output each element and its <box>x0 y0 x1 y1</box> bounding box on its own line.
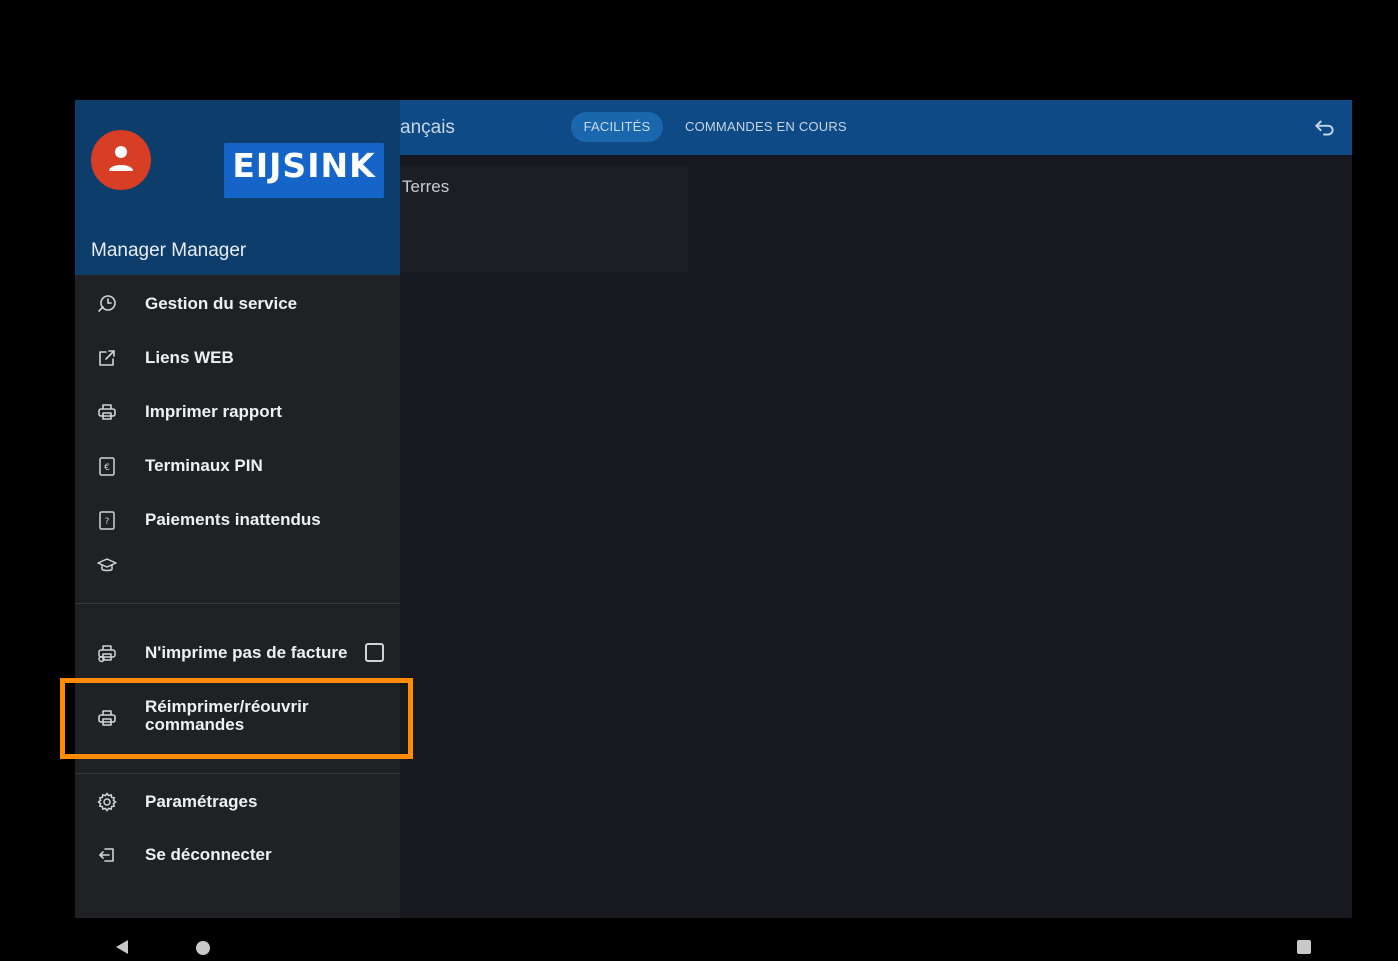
navigation-drawer: EIJSINK Manager Manager Gestion du servi… <box>75 100 400 918</box>
menu-item-label: Se déconnecter <box>145 845 272 864</box>
logout-icon <box>99 848 114 862</box>
android-nav-bar <box>75 918 1352 961</box>
svg-text:?: ? <box>105 517 110 527</box>
menu-item-label: Imprimer rapport <box>145 402 282 421</box>
highlight-box <box>60 678 413 759</box>
gear-icon <box>97 792 117 812</box>
menu-item-parametrages[interactable]: Paramétrages <box>75 775 400 829</box>
graduation-cap-icon <box>97 558 117 572</box>
menu-item-label: Paramétrages <box>145 792 258 811</box>
menu-item-no-invoice[interactable]: N'imprime pas de facture <box>75 626 400 680</box>
printer-icon <box>98 404 116 420</box>
euro-terminal-icon: € <box>99 457 115 476</box>
nav-recents-icon[interactable] <box>1297 940 1311 954</box>
app-screen: ançais FACILITÉS COMMANDES EN COURS Terr… <box>75 100 1352 918</box>
brand-logo: EIJSINK <box>224 143 384 198</box>
printer-off-icon <box>98 645 116 663</box>
avatar[interactable] <box>91 130 151 190</box>
external-link-icon <box>99 350 115 366</box>
divider <box>75 773 400 774</box>
menu-item-imprimer-rapport[interactable]: Imprimer rapport <box>75 385 400 439</box>
menu-item-se-deconnecter[interactable]: Se déconnecter <box>75 828 400 882</box>
menu-item-training[interactable] <box>75 538 400 592</box>
tab-facilites[interactable]: FACILITÉS <box>571 112 663 142</box>
menu-item-terminaux-pin[interactable]: € Terminaux PIN <box>75 439 400 493</box>
user-name: Manager Manager <box>91 240 247 261</box>
menu-item-label: Paiements inattendus <box>145 510 321 529</box>
user-icon <box>109 146 133 171</box>
clock-history-icon <box>98 295 116 312</box>
facility-card-label: Terres <box>402 177 450 196</box>
divider <box>75 603 400 604</box>
drawer-header: EIJSINK Manager Manager <box>75 100 400 275</box>
menu-item-label: Gestion du service <box>145 294 298 313</box>
language-selector[interactable]: ançais <box>400 117 455 139</box>
menu-item-label: N'imprime pas de facture <box>145 643 348 662</box>
nav-home-icon[interactable] <box>196 941 210 955</box>
question-terminal-icon: ? <box>99 511 115 530</box>
menu-item-liens-web[interactable]: Liens WEB <box>75 331 400 385</box>
undo-icon[interactable] <box>1312 115 1338 141</box>
menu-item-label: Terminaux PIN <box>145 456 263 475</box>
no-invoice-checkbox[interactable] <box>365 643 384 662</box>
nav-back-icon[interactable] <box>115 939 129 955</box>
facility-card[interactable]: Terres <box>396 166 688 272</box>
svg-text:€: € <box>104 463 110 473</box>
menu-item-gestion-du-service[interactable]: Gestion du service <box>75 277 400 331</box>
menu-item-label: Liens WEB <box>145 348 234 367</box>
tab-commandes-en-cours[interactable]: COMMANDES EN COURS <box>685 112 847 142</box>
